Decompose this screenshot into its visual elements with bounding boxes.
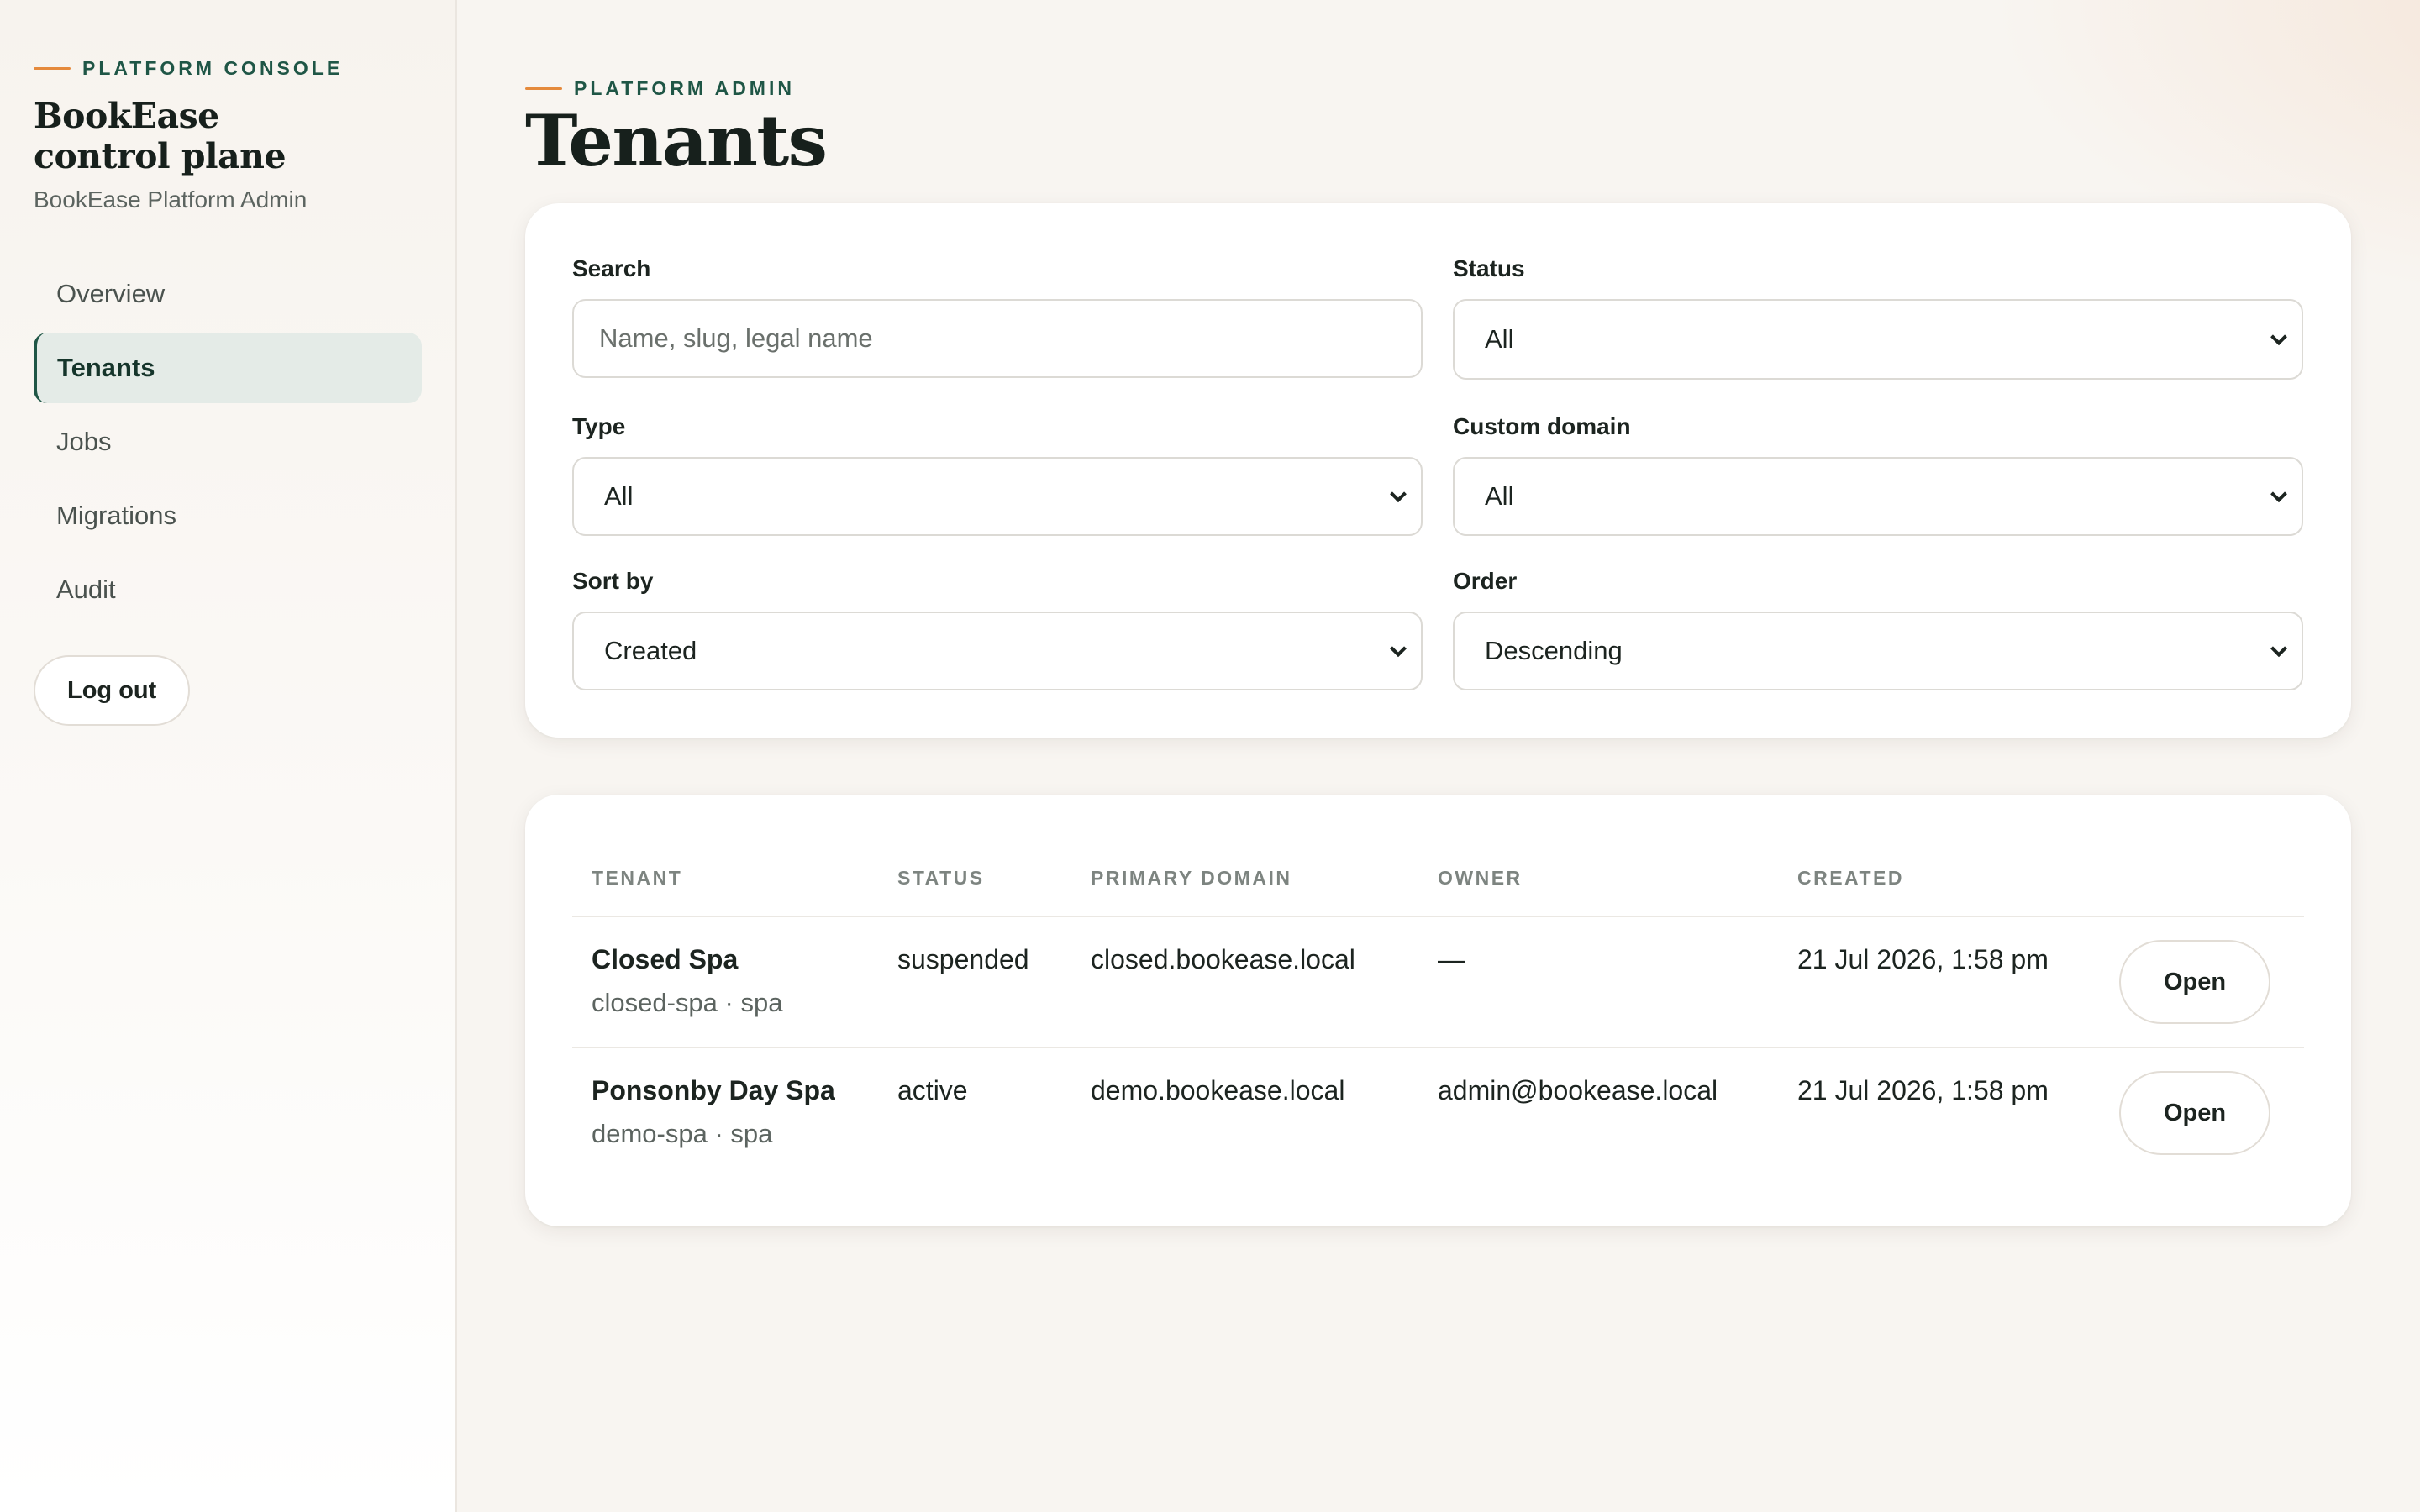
filters-card: Search Name, slug, legal name Status All… bbox=[525, 203, 2351, 738]
status-label: Status bbox=[1453, 255, 1525, 281]
search-field: Search Name, slug, legal name bbox=[572, 255, 1423, 378]
page-eyebrow: Platform admin bbox=[525, 77, 795, 100]
custom-domain-label: Custom domain bbox=[1453, 413, 1631, 439]
chevron-down-icon bbox=[1390, 640, 1407, 658]
sidebar-item-tenants[interactable]: Tenants bbox=[34, 333, 422, 403]
tenant-domain: demo.bookease.local bbox=[1091, 1075, 1345, 1105]
sidebar-item-audit[interactable]: Audit bbox=[34, 554, 422, 625]
sort-by-field: Sort by Created bbox=[572, 568, 1423, 690]
order-label: Order bbox=[1453, 568, 1518, 594]
logout-button[interactable]: Log out bbox=[34, 655, 191, 726]
type-label: Type bbox=[572, 413, 626, 439]
type-select-value: All bbox=[604, 481, 634, 511]
column-header-primary-domain: Primary domain bbox=[1091, 867, 1292, 889]
sort-by-select-value: Created bbox=[604, 636, 697, 665]
tenant-name: Closed Spa bbox=[592, 944, 739, 974]
brand-line-1: BookEase bbox=[34, 96, 219, 136]
chevron-down-icon bbox=[2270, 486, 2287, 503]
sidebar-eyebrow-text: Platform console bbox=[82, 57, 344, 79]
sidebar-item-label: Overview bbox=[56, 279, 166, 308]
chevron-down-icon bbox=[2270, 328, 2287, 346]
sidebar-item-label: Audit bbox=[56, 575, 116, 604]
tenant-status: suspended bbox=[897, 944, 1029, 974]
eyebrow-dash bbox=[34, 67, 71, 70]
tenant-owner: admin@bookease.local bbox=[1438, 1075, 1718, 1105]
status-select[interactable]: All bbox=[1453, 299, 2303, 380]
tenant-created: 21 Jul 2026, 1:58 pm bbox=[1797, 1075, 2049, 1105]
custom-domain-select[interactable]: All bbox=[1453, 457, 2303, 536]
tenant-meta: closed-spa · spa bbox=[592, 988, 783, 1017]
search-input[interactable]: Name, slug, legal name bbox=[572, 299, 1423, 378]
order-select-value: Descending bbox=[1485, 636, 1623, 665]
custom-domain-select-value: All bbox=[1485, 481, 1514, 511]
order-select[interactable]: Descending bbox=[1453, 612, 2303, 690]
tenants-table-card bbox=[525, 795, 2351, 1226]
brand-title: BookEase control plane bbox=[34, 96, 403, 176]
search-label: Search bbox=[572, 255, 651, 281]
table-divider bbox=[572, 1047, 2304, 1048]
tenant-name: Ponsonby Day Spa bbox=[592, 1075, 835, 1105]
open-tenant-button[interactable]: Open bbox=[2119, 940, 2270, 1024]
eyebrow-dash bbox=[525, 87, 562, 90]
sidebar: Platform console BookEase control plane … bbox=[0, 0, 457, 1512]
sidebar-item-label: Jobs bbox=[56, 427, 112, 456]
sidebar-item-jobs[interactable]: Jobs bbox=[34, 407, 422, 477]
sidebar-item-label: Migrations bbox=[56, 501, 176, 530]
sort-by-select[interactable]: Created bbox=[572, 612, 1423, 690]
type-select[interactable]: All bbox=[572, 457, 1423, 536]
order-field: Order Descending bbox=[1453, 568, 2303, 690]
chevron-down-icon bbox=[1390, 486, 1407, 503]
tenant-meta: demo-spa · spa bbox=[592, 1119, 773, 1148]
sidebar-eyebrow: Platform console bbox=[34, 57, 343, 80]
type-field: Type All bbox=[572, 413, 1423, 536]
table-divider bbox=[572, 916, 2304, 917]
column-header-tenant: Tenant bbox=[592, 867, 683, 889]
sort-by-label: Sort by bbox=[572, 568, 654, 594]
custom-domain-field: Custom domain All bbox=[1453, 413, 2303, 536]
page-eyebrow-text: Platform admin bbox=[574, 77, 795, 99]
tenant-owner: — bbox=[1438, 944, 1465, 974]
chevron-down-icon bbox=[2270, 640, 2287, 658]
page-title: Tenants bbox=[525, 99, 828, 182]
sidebar-item-migrations[interactable]: Migrations bbox=[34, 480, 422, 551]
tenant-status: active bbox=[897, 1075, 968, 1105]
column-header-status: Status bbox=[897, 867, 985, 889]
tenant-domain: closed.bookease.local bbox=[1091, 944, 1355, 974]
brand-line-2: control plane bbox=[34, 136, 287, 176]
column-header-owner: Owner bbox=[1438, 867, 1523, 889]
status-field: Status All bbox=[1453, 255, 2303, 380]
brand-subtitle: BookEase Platform Admin bbox=[34, 186, 308, 213]
sidebar-nav: Overview Tenants Jobs Migrations Audit bbox=[34, 259, 422, 628]
status-select-value: All bbox=[1485, 324, 1514, 354]
sidebar-item-label: Tenants bbox=[57, 353, 155, 382]
sidebar-item-overview[interactable]: Overview bbox=[34, 259, 422, 329]
open-tenant-button[interactable]: Open bbox=[2119, 1071, 2270, 1155]
column-header-created: Created bbox=[1797, 867, 1904, 889]
tenant-created: 21 Jul 2026, 1:58 pm bbox=[1797, 944, 2049, 974]
